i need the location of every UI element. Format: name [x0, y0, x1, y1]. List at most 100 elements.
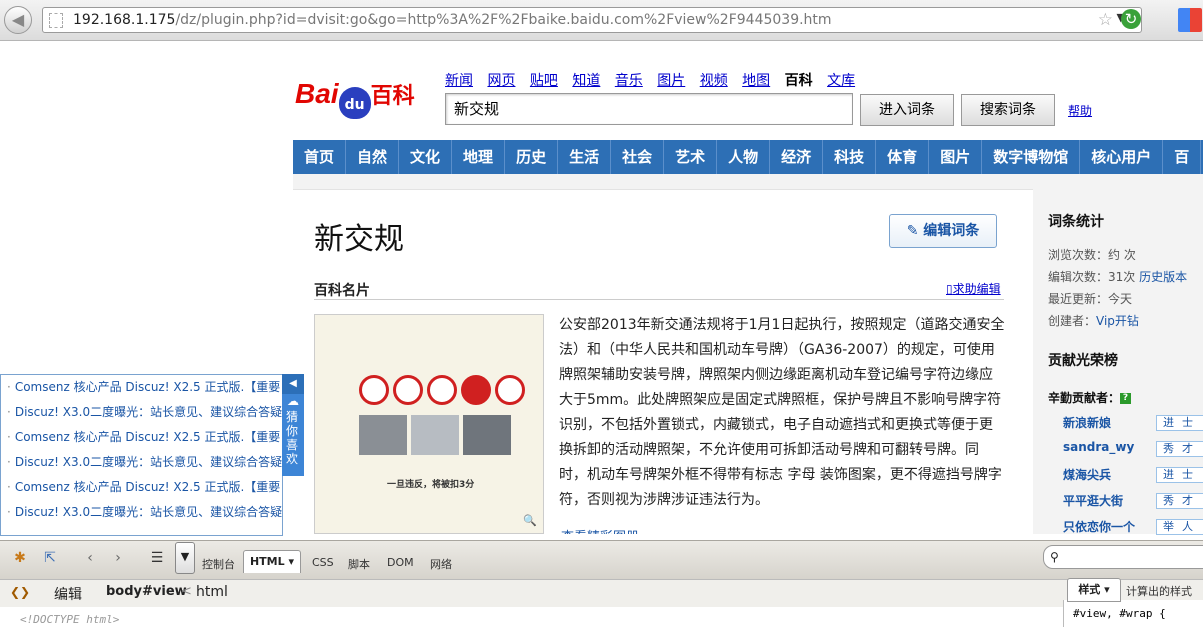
html-tree-icon[interactable]: ❮❯ — [10, 585, 30, 599]
inspect-element-icon[interactable]: ⇱ — [40, 548, 60, 568]
chevron-down-icon[interactable]: ▼ — [175, 542, 195, 574]
edit-count: 编辑次数：31次 历史版本 — [1048, 268, 1187, 285]
tab-css[interactable]: CSS — [312, 556, 334, 569]
cat-more[interactable]: 百 — [1163, 140, 1202, 174]
road-photo — [411, 415, 459, 455]
tab-script[interactable]: 脚本 — [348, 556, 370, 572]
nav-zhidao[interactable]: 知道 — [572, 73, 600, 89]
logo-bai-text: Bai — [295, 78, 339, 109]
tab-network[interactable]: 网络 — [430, 556, 452, 572]
category-nav: 首页 自然 文化 地理 历史 生活 社会 艺术 人物 经济 科技 体育 图片 数字博物馆 核心用户百 — [293, 140, 1203, 176]
cat-history[interactable]: 历史 — [505, 140, 559, 174]
tab-style[interactable]: 样式 ▾ — [1067, 578, 1121, 602]
cat-culture[interactable]: 文化 — [399, 140, 453, 174]
edit-button[interactable]: 编辑 — [54, 584, 82, 604]
firebug-search-input[interactable]: ⚲ — [1043, 545, 1203, 569]
creator-link[interactable]: Vip开钻 — [1096, 314, 1139, 328]
help-icon[interactable]: ? — [1120, 393, 1132, 404]
nav-video[interactable]: 视频 — [700, 73, 728, 89]
cat-geography[interactable]: 地理 — [452, 140, 506, 174]
cat-nature[interactable]: 自然 — [346, 140, 400, 174]
edit-entry-button[interactable]: ✎ 编辑词条 — [889, 214, 997, 248]
contributor-badge: 举人 — [1156, 519, 1203, 535]
guess-you-like-tab[interactable]: ◀ ☁ 猜你喜欢 — [282, 374, 304, 476]
breadcrumb-body[interactable]: body#view — [106, 584, 187, 599]
search-input[interactable]: 新交规 — [445, 93, 853, 125]
browser-toolbar: ◀ 192.168.1.175/dz/plugin.php?id=dvisit:… — [0, 0, 1203, 41]
reload-icon[interactable]: ↻ — [1121, 9, 1141, 29]
tab-dom[interactable]: DOM — [387, 556, 414, 569]
search-entry-button[interactable]: 搜索词条 — [961, 94, 1055, 126]
list-item[interactable]: · Comsenz 核心产品 Discuz! X2.5 正式版.【重要 — [1, 475, 282, 500]
cat-people[interactable]: 人物 — [717, 140, 771, 174]
help-edit-link[interactable]: ▯求助编辑 — [946, 280, 1001, 297]
list-item[interactable]: · Comsenz 核心产品 Discuz! X2.5 正式版.【重要 — [1, 425, 282, 450]
bookmark-star-icon[interactable]: ☆ — [1098, 10, 1113, 30]
contributor-name[interactable]: sandra_wy — [1063, 440, 1134, 454]
contributor-badge: 进士 — [1156, 467, 1203, 483]
nav-images[interactable]: 图片 — [657, 73, 685, 89]
enter-entry-button[interactable]: 进入词条 — [860, 94, 954, 126]
back-button[interactable]: ◀ — [4, 6, 32, 34]
firebug-bug-icon[interactable]: ✱ — [10, 548, 30, 568]
contributor-name[interactable]: 新浪新娘 — [1063, 414, 1111, 431]
bullet: · — [7, 455, 11, 469]
list-item[interactable]: · Discuz! X3.0二度曝光：站长意见、建议综合答疑 — [1, 400, 282, 425]
tab-console[interactable]: 控制台 — [202, 556, 235, 572]
nav-web[interactable]: 网页 — [487, 73, 515, 89]
creator-label: 创建者： — [1048, 314, 1097, 328]
cat-sports[interactable]: 体育 — [876, 140, 930, 174]
cloud-icon: ☁ — [287, 394, 299, 408]
url-text[interactable]: 192.168.1.175/dz/plugin.php?id=dvisit:go… — [73, 12, 832, 28]
address-bar[interactable]: 192.168.1.175/dz/plugin.php?id=dvisit:go… — [42, 7, 1142, 33]
list-item[interactable]: · Discuz! X3.0二度曝光：站长意见、建议综合答疑 — [1, 500, 282, 525]
cat-economy[interactable]: 经济 — [770, 140, 824, 174]
forward-arrow-icon[interactable]: › — [108, 548, 128, 568]
history-link[interactable]: 历史版本 — [1139, 270, 1187, 284]
cat-core-users[interactable]: 核心用户 — [1080, 140, 1164, 174]
cat-tech[interactable]: 科技 — [823, 140, 877, 174]
list-item[interactable]: · Comsenz 核心产品 Discuz! X2.5 正式版.【重要 — [1, 375, 282, 400]
contributor-name[interactable]: 煤海尖兵 — [1063, 466, 1111, 483]
google-search-icon[interactable] — [1178, 8, 1202, 32]
nav-baike-current: 百科 — [784, 73, 813, 89]
collapse-arrow-icon[interactable]: ◀ — [282, 374, 304, 394]
list-item[interactable]: · Discuz! X3.0二度曝光：站长意见、建议综合答疑 — [1, 450, 282, 475]
more-pictures-link[interactable]: 查看精彩图册 — [561, 526, 639, 534]
bullet: · — [7, 380, 11, 394]
magnify-icon[interactable]: 🔍 — [523, 514, 537, 527]
entry-image[interactable]: 一旦违反，将被扣3分 🔍 — [314, 314, 544, 534]
nav-tieba[interactable]: 贴吧 — [530, 73, 558, 89]
nav-music[interactable]: 音乐 — [615, 73, 643, 89]
tab-style-label: 样式 — [1078, 583, 1101, 596]
cat-life[interactable]: 生活 — [558, 140, 612, 174]
nav-wenku[interactable]: 文库 — [827, 73, 855, 89]
contributor-name[interactable]: 只依恋你一个 — [1063, 518, 1135, 535]
contributor-name[interactable]: 平平逛大街 — [1063, 492, 1123, 509]
doctype-node[interactable]: <!DOCTYPE html> — [20, 613, 119, 626]
nav-map[interactable]: 地图 — [742, 73, 770, 89]
cat-home[interactable]: 首页 — [293, 140, 347, 174]
cat-society[interactable]: 社会 — [611, 140, 665, 174]
card-heading: 百科名片 — [314, 283, 370, 299]
css-rule-selector[interactable]: #view, #wrap { — [1073, 607, 1166, 620]
list-item-text: Comsenz 核心产品 Discuz! X2.5 正式版.【重要 — [14, 480, 281, 494]
traffic-sign-icon — [427, 375, 457, 405]
caret-down-icon: ▾ — [1104, 583, 1110, 596]
cat-pictures[interactable]: 图片 — [929, 140, 983, 174]
tab-html[interactable]: HTML ▾ — [243, 550, 301, 573]
tab-computed-style[interactable]: 计算出的样式 — [1126, 583, 1192, 599]
baidu-baike-logo[interactable]: Bai du 百科 — [295, 78, 415, 122]
menu-icon[interactable]: ☰ — [147, 548, 167, 568]
photo-caption: 一旦违反，将被扣3分 — [387, 480, 475, 490]
help-edit-icon: ▯ — [946, 282, 953, 296]
cat-digital-museum[interactable]: 数字博物馆 — [982, 140, 1081, 174]
stats-heading: 词条统计 — [1048, 214, 1104, 230]
help-link[interactable]: 帮助 — [1068, 102, 1092, 119]
view-count: 浏览次数：约 次 — [1048, 248, 1136, 262]
back-arrow-icon[interactable]: ‹ — [80, 548, 100, 568]
cat-art[interactable]: 艺术 — [664, 140, 718, 174]
nav-news[interactable]: 新闻 — [445, 73, 473, 89]
no-parking-sign-icon — [495, 375, 525, 405]
breadcrumb-html[interactable]: html — [196, 584, 228, 600]
